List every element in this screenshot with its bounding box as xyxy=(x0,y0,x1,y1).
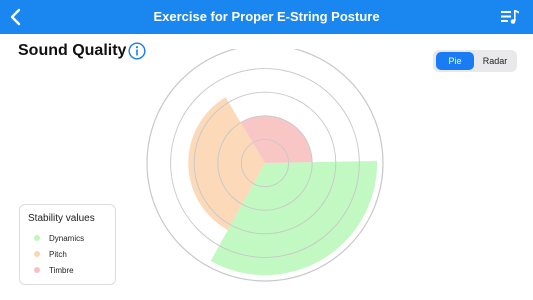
view-toggle: Pie Radar xyxy=(433,50,517,72)
legend: Stability values Dynamics Pitch Timbre xyxy=(19,204,116,285)
page-title: Exercise for Proper E-String Posture xyxy=(153,9,380,24)
pie-toggle-button[interactable]: Pie xyxy=(436,52,474,70)
section-title: Sound Quality xyxy=(18,42,127,59)
legend-item-pitch: Pitch xyxy=(34,248,67,260)
legend-item-dynamics: Dynamics xyxy=(34,232,84,244)
polar-area-chart xyxy=(146,49,384,282)
top-bar: Exercise for Proper E-String Posture xyxy=(0,0,533,34)
music-list-icon[interactable] xyxy=(501,9,519,25)
legend-dot-dynamics xyxy=(34,235,40,241)
legend-title: Stability values xyxy=(28,213,95,224)
legend-dot-timbre xyxy=(34,267,40,273)
legend-label-timbre: Timbre xyxy=(49,265,74,275)
legend-label-dynamics: Dynamics xyxy=(49,233,85,243)
legend-item-timbre: Timbre xyxy=(34,264,74,276)
legend-label-pitch: Pitch xyxy=(49,249,67,259)
legend-dot-pitch xyxy=(34,251,40,257)
radar-toggle-button[interactable]: Radar xyxy=(476,52,514,70)
